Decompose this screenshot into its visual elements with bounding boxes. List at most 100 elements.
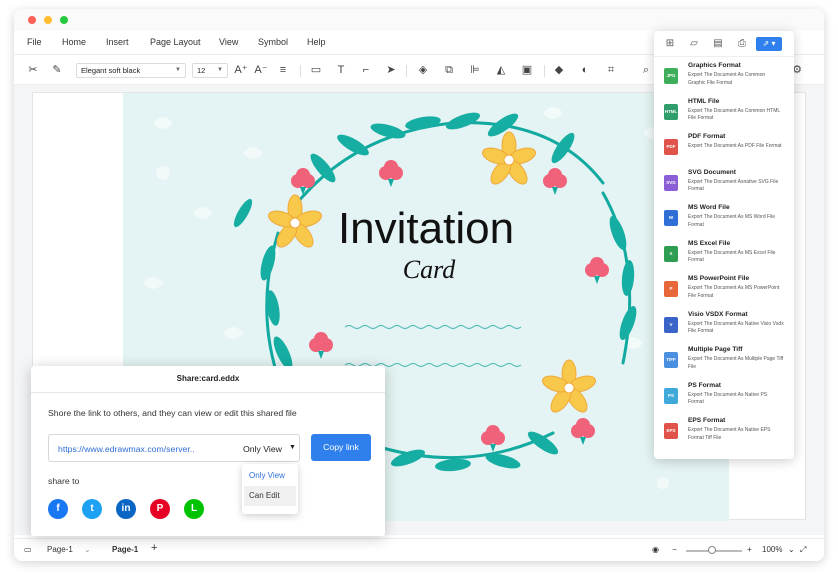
zoom-out-icon[interactable]: − bbox=[672, 545, 677, 554]
font-grow-icon[interactable]: A⁺ bbox=[234, 63, 248, 77]
fit-icon[interactable]: ▣ bbox=[520, 63, 534, 77]
file-format-icon: JPG bbox=[664, 68, 678, 84]
file-format-icon: HTML bbox=[664, 103, 678, 120]
chevron-down-icon[interactable]: ⌄ bbox=[788, 545, 795, 554]
open-icon[interactable]: ▱ bbox=[688, 38, 700, 50]
export-format-item[interactable]: EPS EPS Format Export The Document As Nati… bbox=[662, 417, 788, 451]
file-format-icon: W bbox=[664, 210, 678, 226]
export-format-description: Export The Document As Native Visio Vsdx… bbox=[688, 320, 784, 335]
print-icon[interactable]: ⎙ bbox=[736, 38, 748, 50]
menu-symbol[interactable]: Symbol bbox=[258, 37, 288, 47]
export-format-item[interactable]: P MS PowerPoint File Export The Document A… bbox=[662, 275, 788, 309]
export-format-title: PS Format bbox=[688, 381, 721, 389]
export-format-description: Export The Document As Common Graphic Fi… bbox=[688, 72, 766, 86]
toolbar-divider bbox=[544, 65, 545, 77]
minimize-window-button[interactable] bbox=[44, 16, 52, 24]
export-format-title: Visio VSDX Format bbox=[688, 310, 748, 318]
line-icon[interactable]: L bbox=[184, 499, 204, 519]
menu-insert[interactable]: Insert bbox=[106, 37, 129, 47]
share-dialog-header: Share:card.eddx bbox=[31, 366, 385, 393]
share-url[interactable]: https://www.edrawmax.com/server.. bbox=[58, 444, 195, 454]
file-format-icon: P bbox=[664, 281, 678, 297]
pinterest-icon[interactable]: P bbox=[150, 499, 170, 519]
linkedin-icon[interactable]: in bbox=[116, 499, 136, 519]
page-view-icon[interactable]: ▭ bbox=[24, 545, 32, 554]
export-format-item[interactable]: PS PS Format Export The Document As Native… bbox=[662, 382, 788, 416]
share-dialog-title: Share:card.eddx bbox=[176, 374, 240, 383]
line-color-icon[interactable]: ◐ bbox=[578, 63, 592, 77]
export-format-title: EPS Format bbox=[688, 417, 726, 424]
option-only-view[interactable]: Only View bbox=[249, 471, 285, 480]
twitter-icon[interactable]: t bbox=[82, 499, 102, 519]
connector-icon[interactable]: ⌐ bbox=[359, 63, 373, 77]
rectangle-icon[interactable]: ▭ bbox=[309, 63, 323, 77]
export-format-title: SVG Document bbox=[688, 168, 736, 176]
font-size-value: 12 bbox=[197, 66, 206, 75]
pointer-icon[interactable]: ➤ bbox=[384, 63, 398, 77]
page-tab-1[interactable]: Page-1 bbox=[112, 545, 138, 554]
align-icon[interactable]: ≡ bbox=[276, 63, 290, 77]
play-icon[interactable]: ◉ bbox=[652, 545, 659, 554]
export-format-title: MS Word File bbox=[688, 204, 730, 211]
file-format-icon: PDF bbox=[664, 139, 678, 155]
caret-down-icon[interactable]: ▼ bbox=[289, 444, 296, 451]
status-bar: ▭ Page-1 ⌄ Page-1 + ◉ − + 100% ⌄ ⤢ bbox=[14, 538, 824, 561]
maximize-window-button[interactable] bbox=[60, 16, 68, 24]
search-icon[interactable]: ⌕ bbox=[639, 63, 653, 77]
export-format-description: Export The Document As Common HTML File … bbox=[688, 107, 780, 122]
title-bar bbox=[14, 9, 824, 31]
export-format-item[interactable]: V Visio VSDX Format Export The Document As… bbox=[662, 311, 788, 345]
permission-select[interactable]: Only View bbox=[243, 444, 282, 454]
menu-home[interactable]: Home bbox=[62, 37, 86, 47]
zoom-in-icon[interactable]: + bbox=[747, 545, 752, 554]
fullscreen-icon[interactable]: ⤢ bbox=[800, 545, 806, 555]
export-format-item[interactable]: JPG Graphics Format Export The Document As… bbox=[662, 62, 788, 96]
export-panel-toolbar: ⊞ ▱ ▤ ⎙ ⇗ ▾ bbox=[654, 31, 794, 57]
layers-icon[interactable]: ◈ bbox=[416, 63, 430, 77]
share-link-field[interactable]: https://www.edrawmax.com/server.. Only V… bbox=[48, 434, 300, 462]
new-icon[interactable]: ⊞ bbox=[664, 38, 676, 50]
format-painter-icon[interactable]: ✎ bbox=[50, 63, 64, 77]
export-format-item[interactable]: X MS Excel File Export The Document As MS … bbox=[662, 240, 788, 274]
page-select[interactable]: Page-1 bbox=[47, 545, 73, 554]
export-format-title: MS PowerPoint File bbox=[688, 275, 750, 282]
align-left-icon[interactable]: ⊫ bbox=[468, 63, 482, 77]
file-format-icon: X bbox=[664, 245, 678, 262]
option-can-edit[interactable]: Can Edit bbox=[249, 491, 280, 500]
flip-icon[interactable]: ◭ bbox=[494, 63, 508, 77]
group-icon[interactable]: ⧉ bbox=[442, 63, 456, 77]
facebook-icon[interactable]: f bbox=[48, 499, 68, 519]
fill-color-icon[interactable]: ◆ bbox=[552, 63, 566, 77]
export-format-item[interactable]: HTML HTML File Export The Document As Comm… bbox=[662, 98, 788, 132]
chevron-down-icon[interactable]: ⌄ bbox=[84, 545, 91, 554]
zoom-slider-handle[interactable] bbox=[708, 546, 716, 554]
export-format-description: Export The Document As PDF File Format bbox=[688, 143, 782, 149]
share-dialog: Share:card.eddx Shore the link to others… bbox=[31, 366, 385, 536]
font-family-select[interactable]: Elegant soft black ▼ bbox=[76, 63, 186, 78]
export-format-description: Export The Document As Native EPS Format… bbox=[688, 427, 771, 441]
add-page-button[interactable]: + bbox=[151, 542, 157, 554]
export-icon: ⇗ ▾ bbox=[762, 39, 776, 48]
menu-help[interactable]: Help bbox=[307, 37, 326, 47]
export-format-item[interactable]: PDF PDF Format Export The Document As PDF … bbox=[662, 133, 788, 167]
export-format-item[interactable]: TIFF Multiple Page Tiff Export The Documen… bbox=[662, 346, 788, 380]
share-to-label: share to bbox=[48, 476, 80, 486]
menu-file[interactable]: File bbox=[27, 37, 42, 47]
font-size-select[interactable]: 12 ▼ bbox=[192, 63, 228, 78]
menu-page-layout[interactable]: Page Layout bbox=[150, 37, 201, 47]
export-format-item[interactable]: W MS Word File Export The Document As MS W… bbox=[662, 204, 788, 238]
card-title: Invitation bbox=[338, 204, 514, 253]
crop-icon[interactable]: ⌗ bbox=[604, 63, 618, 77]
copy-link-button[interactable]: Copy link bbox=[311, 434, 371, 461]
file-format-icon: PS bbox=[664, 387, 678, 404]
zoom-level[interactable]: 100% bbox=[762, 545, 782, 554]
export-button[interactable]: ⇗ ▾ bbox=[756, 37, 782, 51]
save-icon[interactable]: ▤ bbox=[712, 38, 724, 50]
cut-icon[interactable]: ✂ bbox=[26, 63, 40, 77]
toolbar-divider bbox=[300, 65, 301, 77]
menu-view[interactable]: View bbox=[219, 37, 238, 47]
text-icon[interactable]: T bbox=[334, 63, 348, 77]
font-shrink-icon[interactable]: A⁻ bbox=[254, 63, 268, 77]
export-format-item[interactable]: SVG SVG Document Export The Document Asnat… bbox=[662, 169, 788, 203]
close-window-button[interactable] bbox=[28, 16, 36, 24]
